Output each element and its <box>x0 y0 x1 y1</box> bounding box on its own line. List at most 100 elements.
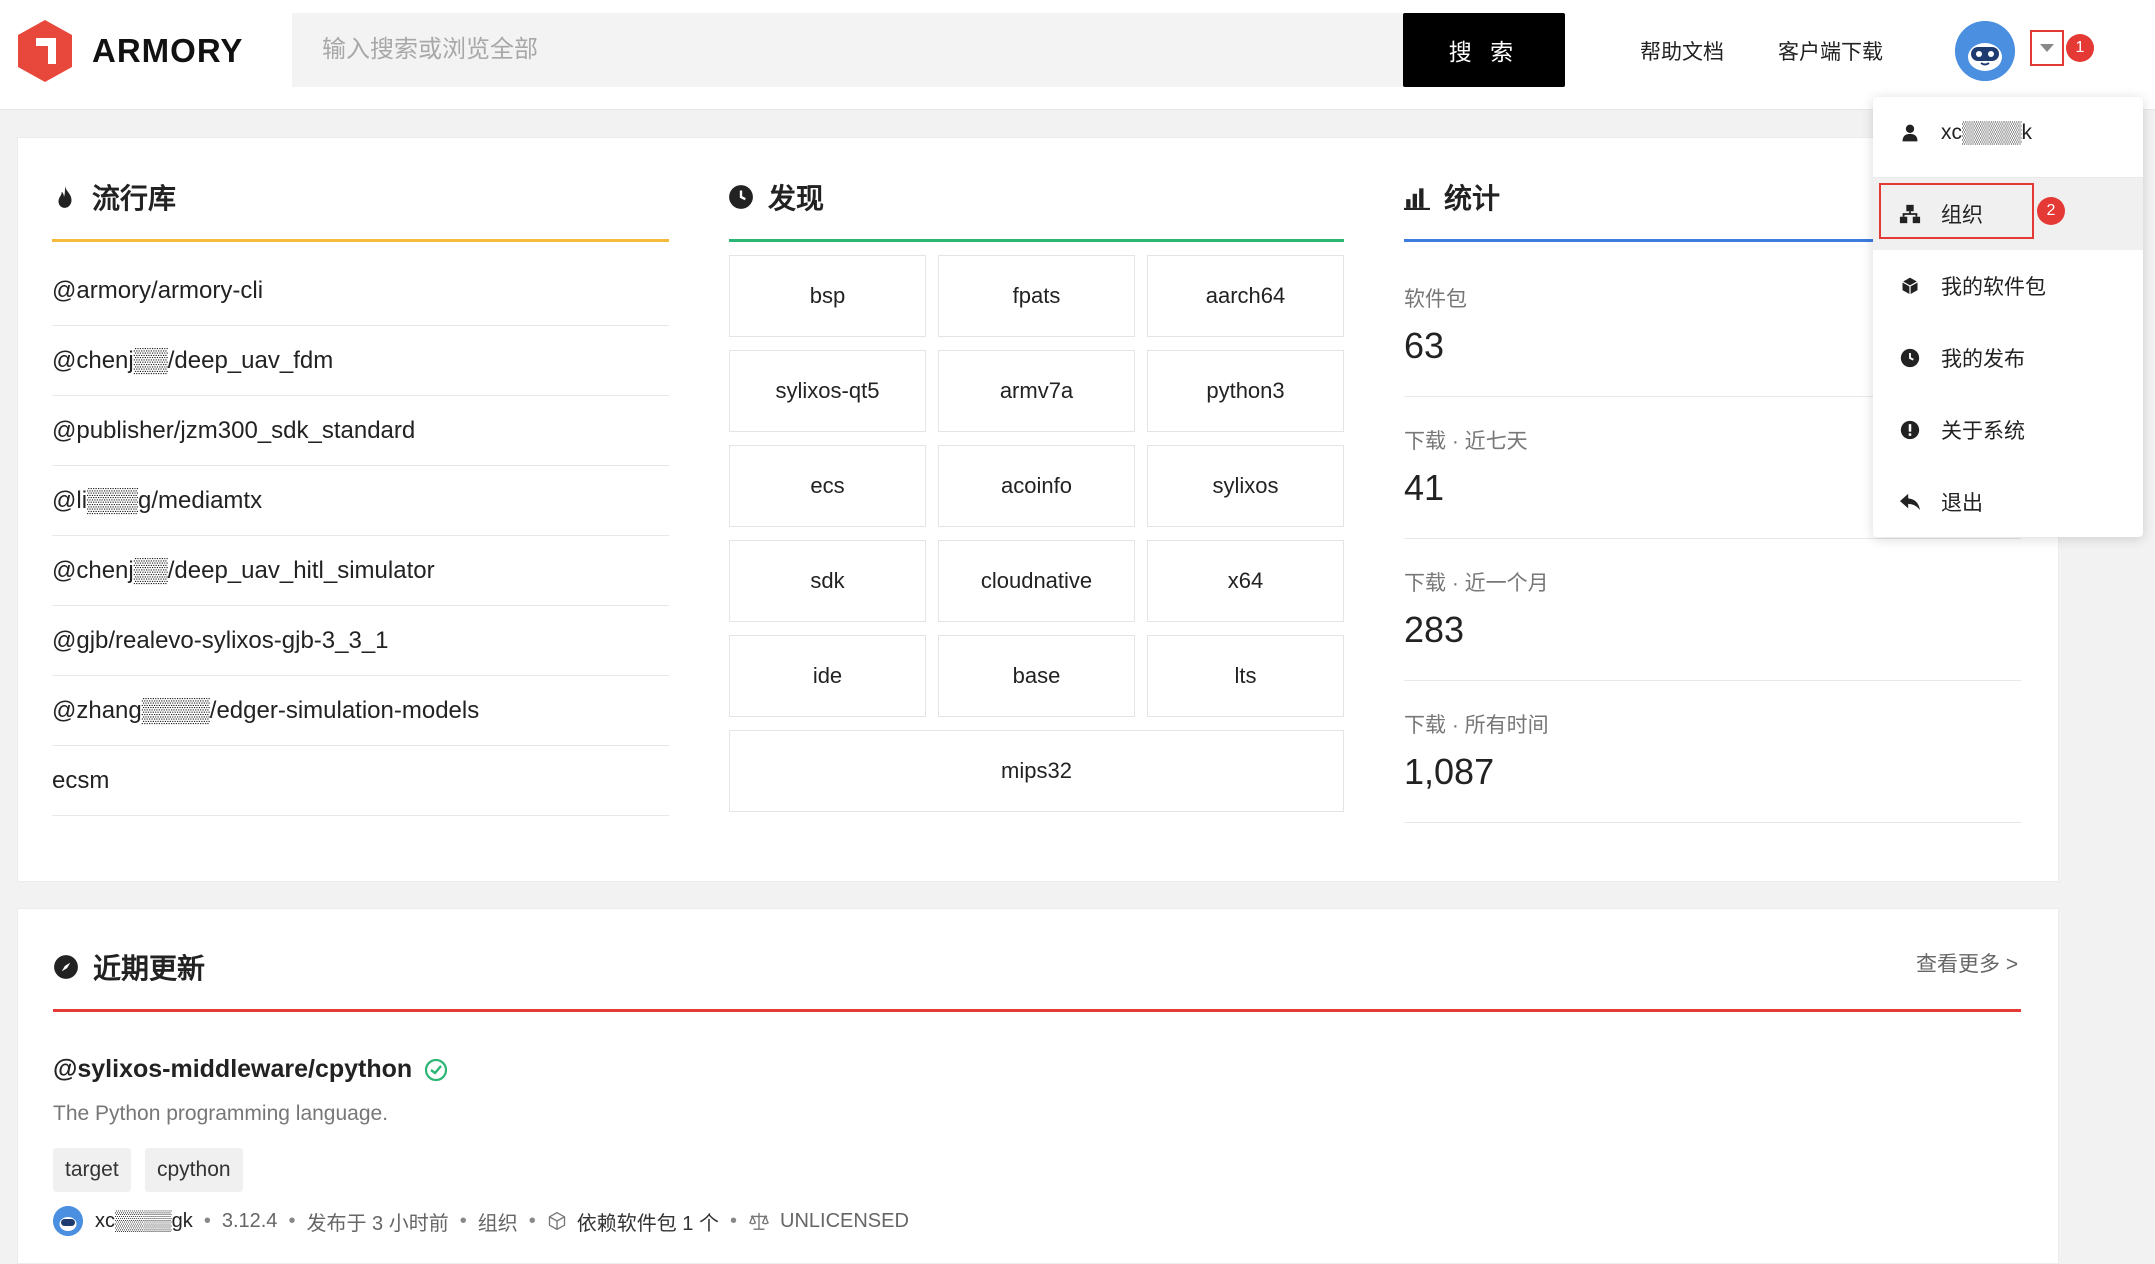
popular-title: 流行库 <box>52 177 176 217</box>
info-icon <box>1899 419 1921 441</box>
discover-tag[interactable]: sdk <box>729 540 926 622</box>
discover-tag[interactable]: aarch64 <box>1147 255 1344 337</box>
discover-tag[interactable]: armv7a <box>938 350 1135 432</box>
package-name-label: @sylixos-middleware/cpython <box>53 1055 413 1083</box>
stat-value: 41 <box>1404 467 1445 508</box>
avatar-robot-icon <box>53 1206 83 1236</box>
stat-value: 283 <box>1404 609 1465 650</box>
logo-text: ARMORY <box>92 32 244 69</box>
package-icon <box>1899 275 1921 297</box>
recent-title: 近期更新 <box>53 947 205 987</box>
meta-separator: • <box>288 1209 296 1232</box>
logout-icon <box>1899 491 1921 513</box>
avatar-robot-icon <box>1955 21 2015 81</box>
stat-label: 下载 · 近七天 <box>1404 430 1528 453</box>
stat-label: 下载 · 近一个月 <box>1404 572 1549 595</box>
meta-separator: • <box>203 1209 211 1232</box>
clock-icon <box>729 185 753 209</box>
popular-title-label: 流行库 <box>92 183 177 214</box>
popular-item[interactable]: @gjb/realevo-sylixos-gjb-3_3_1 <box>52 606 669 676</box>
annotation-badge-2: 2 <box>2037 197 2065 225</box>
menu-item-label: 我的软件包 <box>1941 276 2046 299</box>
discover-tag[interactable]: x64 <box>1147 540 1344 622</box>
discover-tag[interactable]: acoinfo <box>938 445 1135 527</box>
popular-item[interactable]: @publisher/jzm300_sdk_standard <box>52 396 669 466</box>
menu-item-label: 关于系统 <box>1941 420 2025 443</box>
organization-highlight-box <box>1879 183 2034 239</box>
popular-item[interactable]: ecsm <box>52 746 669 816</box>
publisher-avatar[interactable] <box>53 1206 83 1236</box>
search-button[interactable]: 搜 索 <box>1403 13 1565 87</box>
nav-help-docs[interactable]: 帮助文档 <box>1640 36 1724 66</box>
discover-tag[interactable]: python3 <box>1147 350 1344 432</box>
menu-item-label: 我的发布 <box>1941 348 2025 371</box>
popular-underline <box>52 239 669 242</box>
stats-title: 统计 <box>1404 177 1500 217</box>
package-org: 组织 <box>477 1212 518 1235</box>
top-header: ARMORY 搜 索 帮助文档 客户端下载 1 <box>0 0 2155 110</box>
menu-item-label: 退出 <box>1941 492 1983 515</box>
discover-title-label: 发现 <box>768 183 825 214</box>
meta-separator: • <box>729 1209 737 1232</box>
stat-label: 下载 · 所有时间 <box>1404 714 1549 737</box>
menu-item-about-system[interactable]: 关于系统 <box>1873 394 2143 466</box>
package-published-time: 发布于 3 小时前 <box>306 1212 449 1235</box>
popular-item[interactable]: @li▒▒▒g/mediamtx <box>52 466 669 536</box>
package-license: UNLICENSED <box>780 1209 909 1232</box>
stat-label: 软件包 <box>1404 288 1467 311</box>
bar-chart-icon <box>1404 188 1430 210</box>
armory-logo-icon <box>18 20 72 82</box>
meta-separator: • <box>459 1209 467 1232</box>
verified-icon <box>425 1058 448 1081</box>
discover-tag[interactable]: lts <box>1147 635 1344 717</box>
stat-divider <box>1404 680 2021 681</box>
avatar[interactable] <box>1955 21 2015 81</box>
user-dropdown-menu: xc▒▒▒▒k 组织 我的软件包 我的发布 关于系统 退出 <box>1873 97 2143 537</box>
package-icon <box>548 1211 565 1231</box>
stats-title-label: 统计 <box>1444 183 1501 214</box>
package-version: 3.12.4 <box>221 1209 278 1232</box>
recent-underline <box>53 1009 2021 1012</box>
fire-icon <box>58 186 72 208</box>
discover-tag[interactable]: fpats <box>938 255 1135 337</box>
stat-divider <box>1404 538 2021 539</box>
recent-title-label: 近期更新 <box>93 953 206 984</box>
popular-item[interactable]: @chenj▒▒/deep_uav_fdm <box>52 326 669 396</box>
discover-tag[interactable]: ecs <box>729 445 926 527</box>
user-dropdown-toggle[interactable] <box>2030 30 2064 66</box>
discover-tag[interactable]: cloudnative <box>938 540 1135 622</box>
stat-value: 63 <box>1404 325 1445 366</box>
clock-icon <box>1899 347 1921 369</box>
discover-title: 发现 <box>728 177 824 217</box>
menu-item-logout[interactable]: 退出 <box>1873 466 2143 538</box>
publisher-name[interactable]: xc▒▒▒▒gk <box>95 1210 193 1233</box>
discover-tag[interactable]: bsp <box>729 255 926 337</box>
menu-item-label: xc▒▒▒▒k <box>1941 121 2033 144</box>
menu-item-username[interactable]: xc▒▒▒▒k <box>1873 97 2143 169</box>
package-keyword-chip[interactable]: cpython <box>145 1148 243 1192</box>
stat-divider <box>1404 822 2021 823</box>
view-more-link[interactable]: 查看更多 > <box>1916 948 2018 978</box>
popular-item[interactable]: @chenj▒▒/deep_uav_hitl_simulator <box>52 536 669 606</box>
package-name[interactable]: @sylixos-middleware/cpython <box>53 1055 448 1084</box>
popular-item[interactable]: @armory/armory-cli <box>52 256 669 326</box>
nav-client-download[interactable]: 客户端下载 <box>1778 36 1883 66</box>
annotation-badge-1: 1 <box>2066 34 2094 62</box>
discover-tag[interactable]: mips32 <box>729 730 1344 812</box>
menu-item-my-packages[interactable]: 我的软件包 <box>1873 250 2143 322</box>
discover-tag[interactable]: sylixos-qt5 <box>729 350 926 432</box>
discover-tag[interactable]: base <box>938 635 1135 717</box>
package-keyword-chip[interactable]: target <box>53 1148 131 1192</box>
discover-tag[interactable]: ide <box>729 635 926 717</box>
package-meta: xc▒▒▒▒gk • 3.12.4 • 发布于 3 小时前 • 组织 • 依赖软… <box>53 1206 909 1236</box>
menu-item-my-releases[interactable]: 我的发布 <box>1873 322 2143 394</box>
meta-separator: • <box>528 1209 536 1232</box>
discover-underline <box>729 239 1344 242</box>
user-icon <box>1899 122 1921 144</box>
popular-item[interactable]: @zhang▒▒▒▒/edger-simulation-models <box>52 676 669 746</box>
search-input[interactable] <box>292 13 1404 87</box>
scale-icon <box>749 1212 769 1230</box>
discover-tag[interactable]: sylixos <box>1147 445 1344 527</box>
logo[interactable]: ARMORY <box>16 18 243 84</box>
package-dependencies[interactable]: 依赖软件包 1 个 <box>577 1207 719 1236</box>
